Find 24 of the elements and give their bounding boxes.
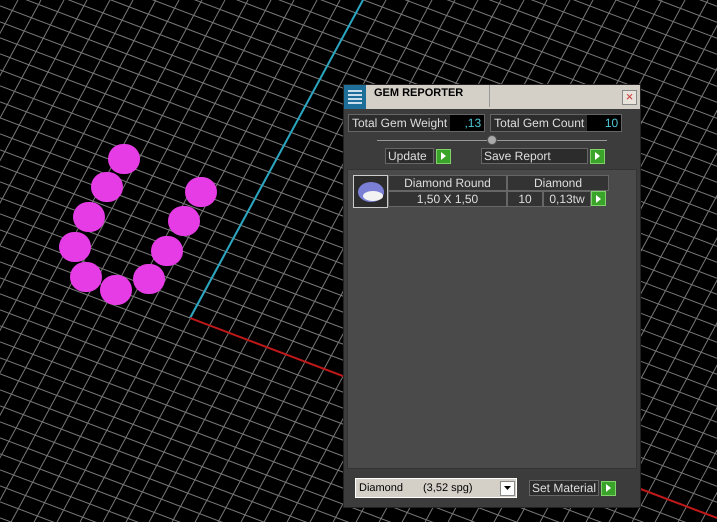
play-icon[interactable] xyxy=(601,480,616,496)
gem-material: Diamond xyxy=(507,175,609,191)
material-name: Diamond xyxy=(359,480,404,496)
gem-name: Diamond Round xyxy=(388,175,507,191)
total-label: Total Gem Weight xyxy=(351,115,448,132)
collapse-handle[interactable] xyxy=(487,135,497,145)
play-icon[interactable] xyxy=(436,148,451,164)
gem-weight: 0,13tw xyxy=(543,191,591,207)
play-icon[interactable] xyxy=(590,148,605,164)
gem-icon xyxy=(356,180,384,202)
material-density: (3,52 spg) xyxy=(423,480,474,496)
total-label: Total Gem Count xyxy=(493,115,586,132)
action-button[interactable]: Update xyxy=(385,148,434,164)
gem-thumbnail[interactable] xyxy=(353,175,388,208)
total-value: ,13 xyxy=(450,115,484,131)
window-title: GEM REPORTER xyxy=(374,85,490,107)
gem-count: 10 xyxy=(507,191,543,207)
gem-size: 1,50 X 1,50 xyxy=(388,191,507,207)
action-button[interactable]: Save Report xyxy=(481,148,588,164)
app-icon xyxy=(344,85,366,109)
set-material-button[interactable]: Set Material xyxy=(529,480,600,496)
total-value: 10 xyxy=(587,115,622,131)
material-dropdown[interactable]: Diamond (3,52 spg) xyxy=(355,478,517,498)
close-button[interactable]: × xyxy=(622,90,637,104)
